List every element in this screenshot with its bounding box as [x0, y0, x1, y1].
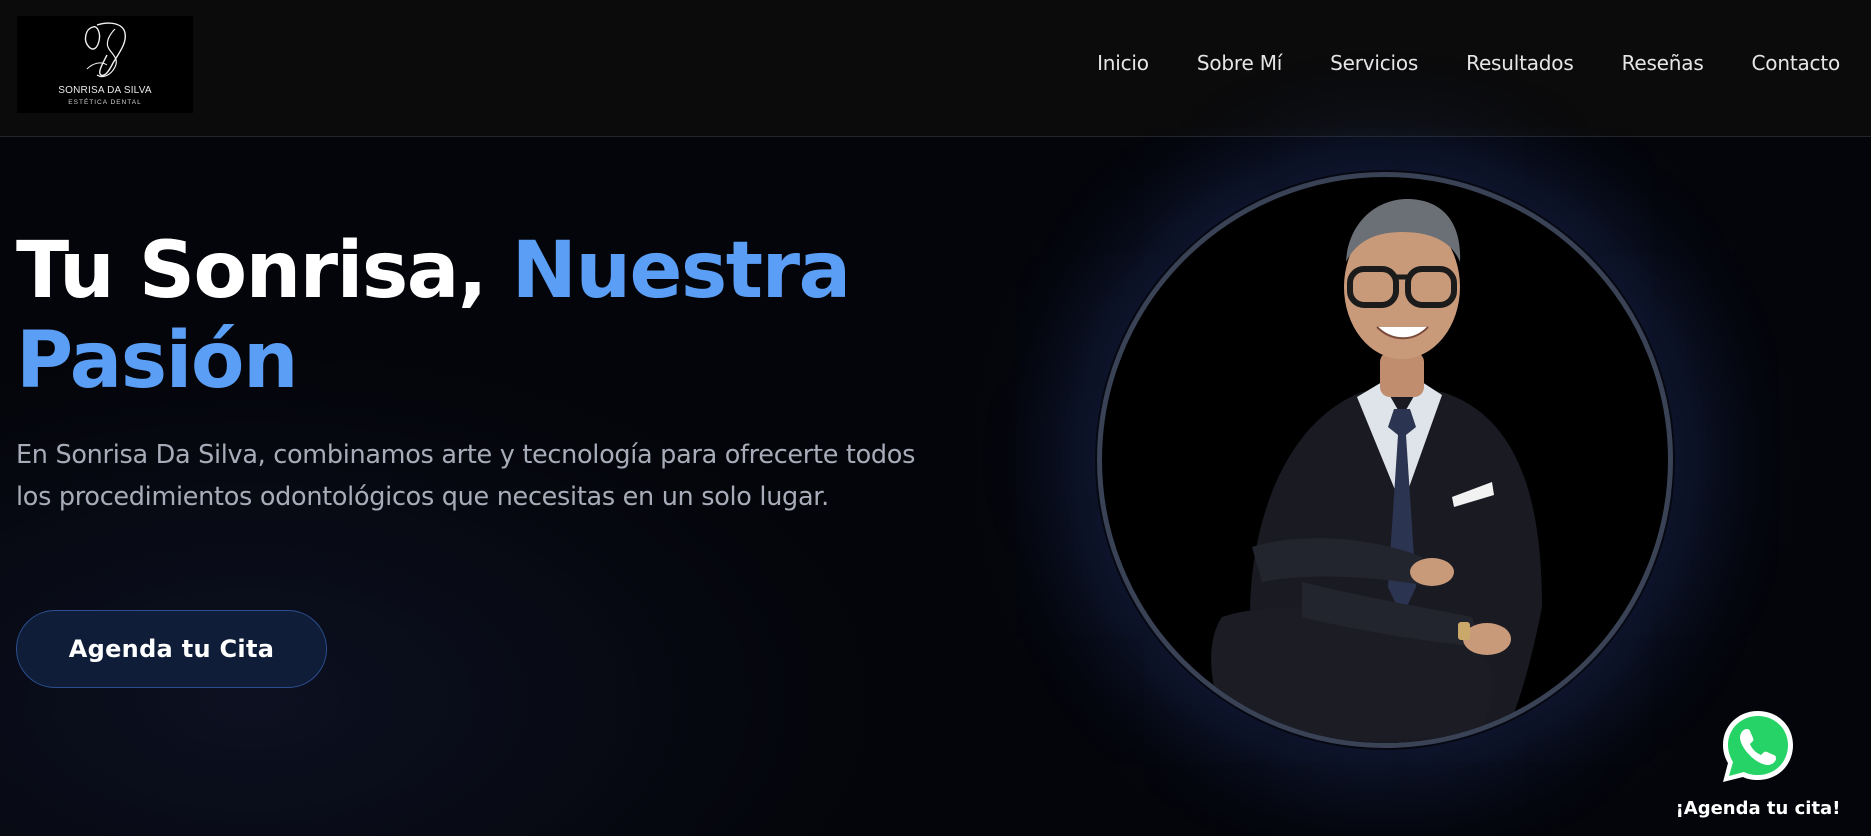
- site-header: SONRISA DA SILVA ESTÉTICA DENTAL Inicio …: [0, 0, 1871, 137]
- hero-title-white: Tu Sonrisa,: [16, 226, 488, 316]
- brand-tagline: ESTÉTICA DENTAL: [68, 99, 142, 106]
- tooth-monogram-icon: [84, 22, 127, 78]
- nav-item-sobre-mi[interactable]: Sobre Mí: [1197, 51, 1282, 75]
- hero-description: En Sonrisa Da Silva, combinamos arte y t…: [16, 440, 916, 512]
- nav-item-resultados[interactable]: Resultados: [1466, 51, 1574, 75]
- nav-item-contacto[interactable]: Contacto: [1752, 51, 1841, 75]
- brand-logo[interactable]: SONRISA DA SILVA ESTÉTICA DENTAL: [17, 16, 193, 113]
- brand-name: SONRISA DA SILVA: [58, 85, 152, 96]
- nav-item-servicios[interactable]: Servicios: [1330, 51, 1418, 75]
- hero-title-blue-2: Pasión: [16, 316, 299, 406]
- doctor-portrait: [1097, 172, 1673, 748]
- whatsapp-label[interactable]: ¡Agenda tu cita!: [1660, 798, 1856, 819]
- nav-item-resenas[interactable]: Reseñas: [1622, 51, 1704, 75]
- nav-item-inicio[interactable]: Inicio: [1097, 51, 1149, 75]
- hero-title-blue-1: Nuestra: [511, 226, 852, 316]
- main-nav: Inicio Sobre Mí Servicios Resultados Res…: [1097, 48, 1840, 78]
- whatsapp-icon: [1723, 711, 1793, 782]
- doctor-illustration: [1211, 199, 1542, 743]
- hero-title: Tu Sonrisa, Nuestra Pasión: [16, 226, 976, 406]
- landing-page: SONRISA DA SILVA ESTÉTICA DENTAL Inicio …: [0, 0, 1871, 836]
- whatsapp-button[interactable]: [1718, 707, 1798, 787]
- book-appointment-button[interactable]: Agenda tu Cita: [16, 610, 327, 688]
